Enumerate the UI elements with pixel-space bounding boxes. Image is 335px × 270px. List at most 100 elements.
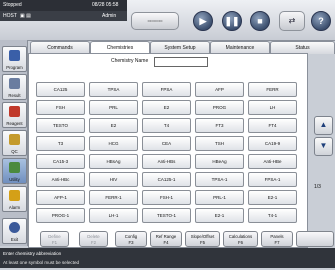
chemistry-button[interactable]: FT4 bbox=[248, 118, 297, 133]
sample-tray-button[interactable]: ▭▭▭▭ bbox=[131, 12, 179, 30]
delete-button[interactable]: Delete F2 bbox=[79, 231, 108, 247]
define-button[interactable]: Define F1 bbox=[40, 231, 69, 247]
chemistry-label: TSH bbox=[215, 140, 224, 146]
chemistry-button[interactable]: E2 bbox=[142, 100, 191, 115]
chemistry-button[interactable]: HCG bbox=[89, 136, 138, 151]
chemistry-label: CA125-1 bbox=[157, 176, 176, 182]
tab-bar: Commands Chemistries System Setup Mainte… bbox=[28, 41, 335, 54]
sidebar-item-utility[interactable]: Utility bbox=[2, 158, 27, 184]
chemistry-name-input[interactable] bbox=[154, 57, 208, 67]
sidebar-item-reagent[interactable]: Reagent bbox=[2, 102, 27, 128]
chemistry-button[interactable]: E2-1 bbox=[248, 190, 297, 205]
play-icon: ▶ bbox=[199, 16, 207, 26]
chemistry-button[interactable]: FPSA bbox=[142, 82, 191, 97]
chemistry-button[interactable]: PROG bbox=[195, 100, 244, 115]
pause-button[interactable]: ❚❚ bbox=[222, 11, 242, 31]
chemistry-button[interactable]: E2-1 bbox=[195, 208, 244, 223]
chemistry-button[interactable]: TPSA-1 bbox=[195, 172, 244, 187]
button-label: Define bbox=[48, 234, 61, 239]
chemistry-button[interactable]: Anti-HBc bbox=[36, 172, 85, 187]
chemistry-button[interactable]: TESTO-1 bbox=[142, 208, 191, 223]
chemistry-button[interactable]: HBeAg bbox=[195, 154, 244, 169]
blank-function-button[interactable] bbox=[296, 231, 334, 247]
chemistry-button[interactable]: Anti-HBs bbox=[142, 154, 191, 169]
run-button[interactable]: ▶ bbox=[193, 11, 213, 31]
chemistry-button[interactable]: FT3 bbox=[195, 118, 244, 133]
chemistry-button[interactable]: TESTO bbox=[36, 118, 85, 133]
message-bar: Enter chemistry abbreviation At least on… bbox=[0, 248, 335, 268]
chemistry-button[interactable]: PROG-1 bbox=[36, 208, 85, 223]
help-icon: ? bbox=[318, 16, 324, 26]
config-button[interactable]: Config F3 bbox=[115, 231, 147, 247]
chemistry-button[interactable]: TPSA bbox=[89, 82, 138, 97]
chemistry-label: PROG-1 bbox=[51, 212, 70, 218]
chemistry-label: PROG bbox=[212, 104, 227, 110]
chemistry-label: E2 bbox=[163, 104, 170, 110]
chemistry-button[interactable]: PRL bbox=[89, 100, 138, 115]
sidebar-item-exit[interactable]: Exit bbox=[2, 218, 27, 244]
chemistry-button[interactable]: LH-1 bbox=[89, 208, 138, 223]
chemistry-button[interactable]: FERR bbox=[248, 82, 297, 97]
scroll-down-button[interactable]: ▼ bbox=[314, 137, 333, 156]
message-line: At least one symbol must be selected bbox=[3, 260, 80, 265]
chemistry-button[interactable]: Anti-HBe bbox=[248, 154, 297, 169]
stop-icon: ■ bbox=[257, 16, 263, 26]
chemistry-button[interactable]: LH bbox=[248, 100, 297, 115]
stop-button[interactable]: ■ bbox=[250, 11, 270, 31]
button-label: Delete bbox=[87, 234, 100, 239]
chemistry-button[interactable]: TSH bbox=[195, 136, 244, 151]
chemistry-button[interactable]: T4 bbox=[142, 118, 191, 133]
chemistry-button[interactable]: HBsAg bbox=[89, 154, 138, 169]
chemistry-label: FSH bbox=[56, 104, 65, 110]
chemistry-button[interactable]: CA19-9 bbox=[248, 136, 297, 151]
chemistry-label: T4 bbox=[163, 122, 170, 128]
current-user: Admin bbox=[102, 13, 117, 19]
chemistry-name-label: Chemistry Name bbox=[111, 58, 149, 64]
sidebar-item-alarm[interactable]: Alarm bbox=[2, 186, 27, 212]
chemistry-button[interactable]: E2 bbox=[89, 118, 138, 133]
chemistry-label: E2-1 bbox=[214, 212, 225, 218]
top-bar: Stopped 08/28 05:58 HOST ▣ ▤ Admin ▭▭▭▭ … bbox=[0, 0, 335, 41]
chemistry-label: E2-1 bbox=[267, 194, 278, 200]
sidebar-item-label: Utility bbox=[9, 177, 20, 182]
chemistries-panel: Chemistry Name CA125 TPSA FPSA AFP FERR FSH PR… bbox=[28, 53, 308, 248]
chemistry-label: FPSA bbox=[160, 86, 173, 92]
chemistry-label: TESTO-1 bbox=[157, 212, 176, 218]
chemistry-button[interactable]: CA125-1 bbox=[142, 172, 191, 187]
chemistry-button[interactable]: FSH bbox=[36, 100, 85, 115]
chemistry-label: PRL bbox=[109, 104, 118, 110]
ref-range-button[interactable]: Ref Range F4 bbox=[150, 231, 182, 247]
chemistry-button[interactable]: FERR-1 bbox=[89, 190, 138, 205]
chemistry-button[interactable]: PRL-1 bbox=[195, 190, 244, 205]
sidebar: Program Result Reagent QC Utility Alarm … bbox=[0, 40, 28, 246]
sidebar-item-label: Program bbox=[6, 65, 23, 70]
chemistry-button[interactable]: AFP bbox=[195, 82, 244, 97]
chemistry-button[interactable]: CA15-3 bbox=[36, 154, 85, 169]
panels-button[interactable]: Panels F7 bbox=[261, 231, 293, 247]
sidebar-item-result[interactable]: Result bbox=[2, 74, 27, 100]
scroll-up-button[interactable]: ▲ bbox=[314, 116, 333, 135]
sidebar-item-program[interactable]: Program bbox=[2, 46, 27, 72]
host-name: HOST bbox=[3, 13, 17, 19]
chemistry-label: HCG bbox=[108, 140, 119, 146]
chemistry-button[interactable]: FSH-1 bbox=[142, 190, 191, 205]
chemistry-label: FERR bbox=[266, 86, 279, 92]
tab-label: Maintenance bbox=[225, 45, 255, 51]
chemistry-button[interactable]: T4-1 bbox=[248, 208, 297, 223]
button-key: F6 bbox=[237, 239, 243, 245]
help-button[interactable]: ? bbox=[311, 11, 331, 31]
slope-offset-button[interactable]: Slope/Offset F5 bbox=[185, 231, 220, 247]
host-line: HOST ▣ ▤ Admin bbox=[0, 11, 127, 21]
chemistry-button[interactable]: AFP-1 bbox=[36, 190, 85, 205]
chemistry-button[interactable]: HIV bbox=[89, 172, 138, 187]
status-line: Stopped 08/28 05:58 bbox=[0, 0, 127, 11]
chemistry-button[interactable]: CA125 bbox=[36, 82, 85, 97]
chemistry-label: CA15-3 bbox=[52, 158, 69, 164]
sidebar-item-qc[interactable]: QC bbox=[2, 130, 27, 156]
pause-icon: ❚❚ bbox=[224, 16, 240, 26]
logout-button[interactable]: ⇄ bbox=[279, 11, 305, 31]
chemistry-button[interactable]: CEA bbox=[142, 136, 191, 151]
calculations-button[interactable]: Calculations F6 bbox=[223, 231, 258, 247]
chemistry-button[interactable]: FPSA-1 bbox=[248, 172, 297, 187]
chemistry-button[interactable]: T3 bbox=[36, 136, 85, 151]
